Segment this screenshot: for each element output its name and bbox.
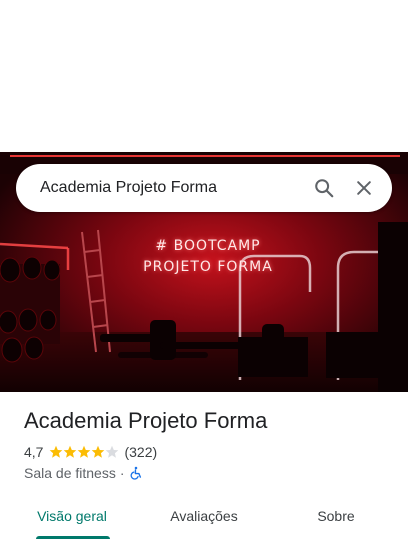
search-bar[interactable]: Academia Projeto Forma [16, 164, 392, 212]
rating-row[interactable]: 4,7 (322) [24, 443, 157, 461]
search-icon [315, 179, 334, 198]
tab-overview[interactable]: Visão geral [24, 496, 120, 536]
rating-stars [49, 445, 119, 459]
place-title: Academia Projeto Forma [24, 408, 268, 433]
wheelchair-icon [130, 466, 141, 480]
category-row: Sala de fitness · [24, 464, 143, 482]
review-count[interactable]: (322) [124, 444, 157, 460]
search-input[interactable]: Academia Projeto Forma [40, 179, 304, 197]
close-icon [357, 181, 371, 195]
separator-dot: · [119, 465, 125, 481]
star-rating-icon [50, 445, 119, 458]
tab-about[interactable]: Sobre [288, 496, 384, 536]
place-category: Sala de fitness [24, 465, 116, 481]
active-tab-indicator [36, 536, 110, 539]
neon-sign-line1: # BOOTCAMP [155, 238, 260, 254]
rating-value: 4,7 [24, 444, 44, 460]
neon-sign-line2: PROJETO FORMA [143, 259, 273, 275]
clear-search-button[interactable] [344, 168, 384, 208]
tab-reviews[interactable]: Avaliações [156, 496, 252, 536]
search-button[interactable] [304, 168, 344, 208]
place-tabs: Visão geral Avaliações Sobre [0, 496, 408, 544]
